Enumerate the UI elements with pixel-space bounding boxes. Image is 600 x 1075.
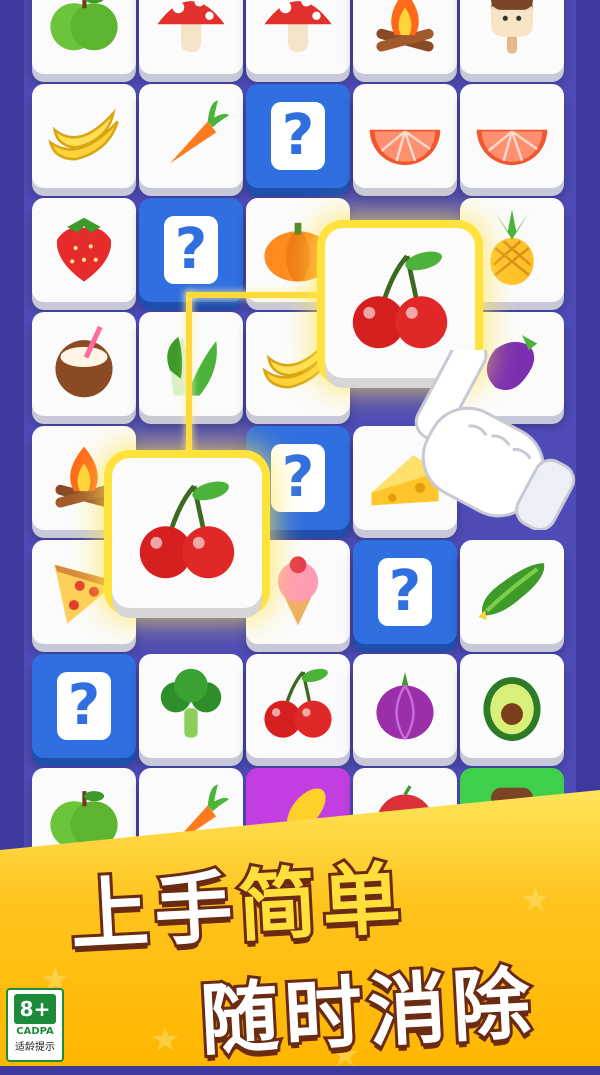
- carrot-icon: [149, 92, 233, 180]
- banana-icon: [42, 92, 126, 180]
- popsicle-icon: [470, 0, 554, 66]
- strawberry-icon: [42, 206, 126, 294]
- question-mark-icon: ?: [164, 216, 218, 284]
- board-tile[interactable]: [246, 0, 350, 74]
- board-tile[interactable]: [139, 0, 243, 74]
- match-link-vertical: [186, 292, 192, 464]
- pineapple-icon: [470, 206, 554, 294]
- cherry-icon: [256, 662, 340, 750]
- broccoli-icon: [149, 662, 233, 750]
- star-icon: ★: [150, 1020, 181, 1060]
- board-tile[interactable]: ?: [246, 84, 350, 188]
- board-tile[interactable]: [32, 84, 136, 188]
- board-tile[interactable]: [460, 540, 564, 644]
- age-rating-tip: 适龄提示: [15, 1042, 55, 1053]
- board-tile[interactable]: [460, 654, 564, 758]
- board-tile[interactable]: [460, 84, 564, 188]
- board-tile[interactable]: [353, 84, 457, 188]
- board-tile[interactable]: [32, 198, 136, 302]
- age-rating-value: 8+: [14, 994, 56, 1024]
- cherry-icon: [128, 472, 246, 594]
- board-tile[interactable]: [32, 0, 136, 74]
- board-tile[interactable]: [353, 0, 457, 74]
- campfire-icon: [363, 0, 447, 66]
- match-link-horizontal: [186, 292, 326, 298]
- cucumber-icon: [470, 548, 554, 636]
- selected-tile-bottom[interactable]: [112, 458, 262, 608]
- coconut-icon: [42, 320, 126, 408]
- age-rating-badge: 8+ CADPA 适龄提示: [6, 988, 64, 1062]
- onion-icon: [363, 662, 447, 750]
- slogan-line-2: 随时消除: [195, 956, 541, 1069]
- age-rating-org: CADPA: [16, 1026, 54, 1037]
- board-tile[interactable]: ?: [32, 654, 136, 758]
- question-mark-icon: ?: [57, 672, 111, 740]
- slogan-part-easy: 上手: [65, 860, 243, 965]
- board-tile[interactable]: [139, 654, 243, 758]
- board-tile[interactable]: [139, 84, 243, 188]
- question-mark-icon: ?: [271, 102, 325, 170]
- grapefruit-icon: [470, 92, 554, 180]
- mushroom-icon: [256, 0, 340, 66]
- pointing-hand-icon: [414, 350, 576, 530]
- board-tile[interactable]: [353, 654, 457, 758]
- board-tile[interactable]: [460, 198, 564, 302]
- cherry-icon: [341, 242, 459, 364]
- apple-icon: [42, 0, 126, 66]
- slogan-line-1: 上手简单: [65, 836, 411, 965]
- board-tile[interactable]: [246, 654, 350, 758]
- question-mark-icon: ?: [378, 558, 432, 626]
- board-tile[interactable]: [32, 312, 136, 416]
- board-tile[interactable]: ?: [353, 540, 457, 644]
- star-icon: ★: [520, 880, 551, 920]
- board-tile[interactable]: [460, 0, 564, 74]
- grapefruit-icon: [363, 92, 447, 180]
- mushroom-icon: [149, 0, 233, 66]
- avocado-icon: [470, 662, 554, 750]
- board-tile[interactable]: ?: [139, 198, 243, 302]
- slogan-part-simple: 简单: [233, 851, 411, 956]
- ice-cream-icon: [256, 548, 340, 636]
- question-mark-icon: ?: [271, 444, 325, 512]
